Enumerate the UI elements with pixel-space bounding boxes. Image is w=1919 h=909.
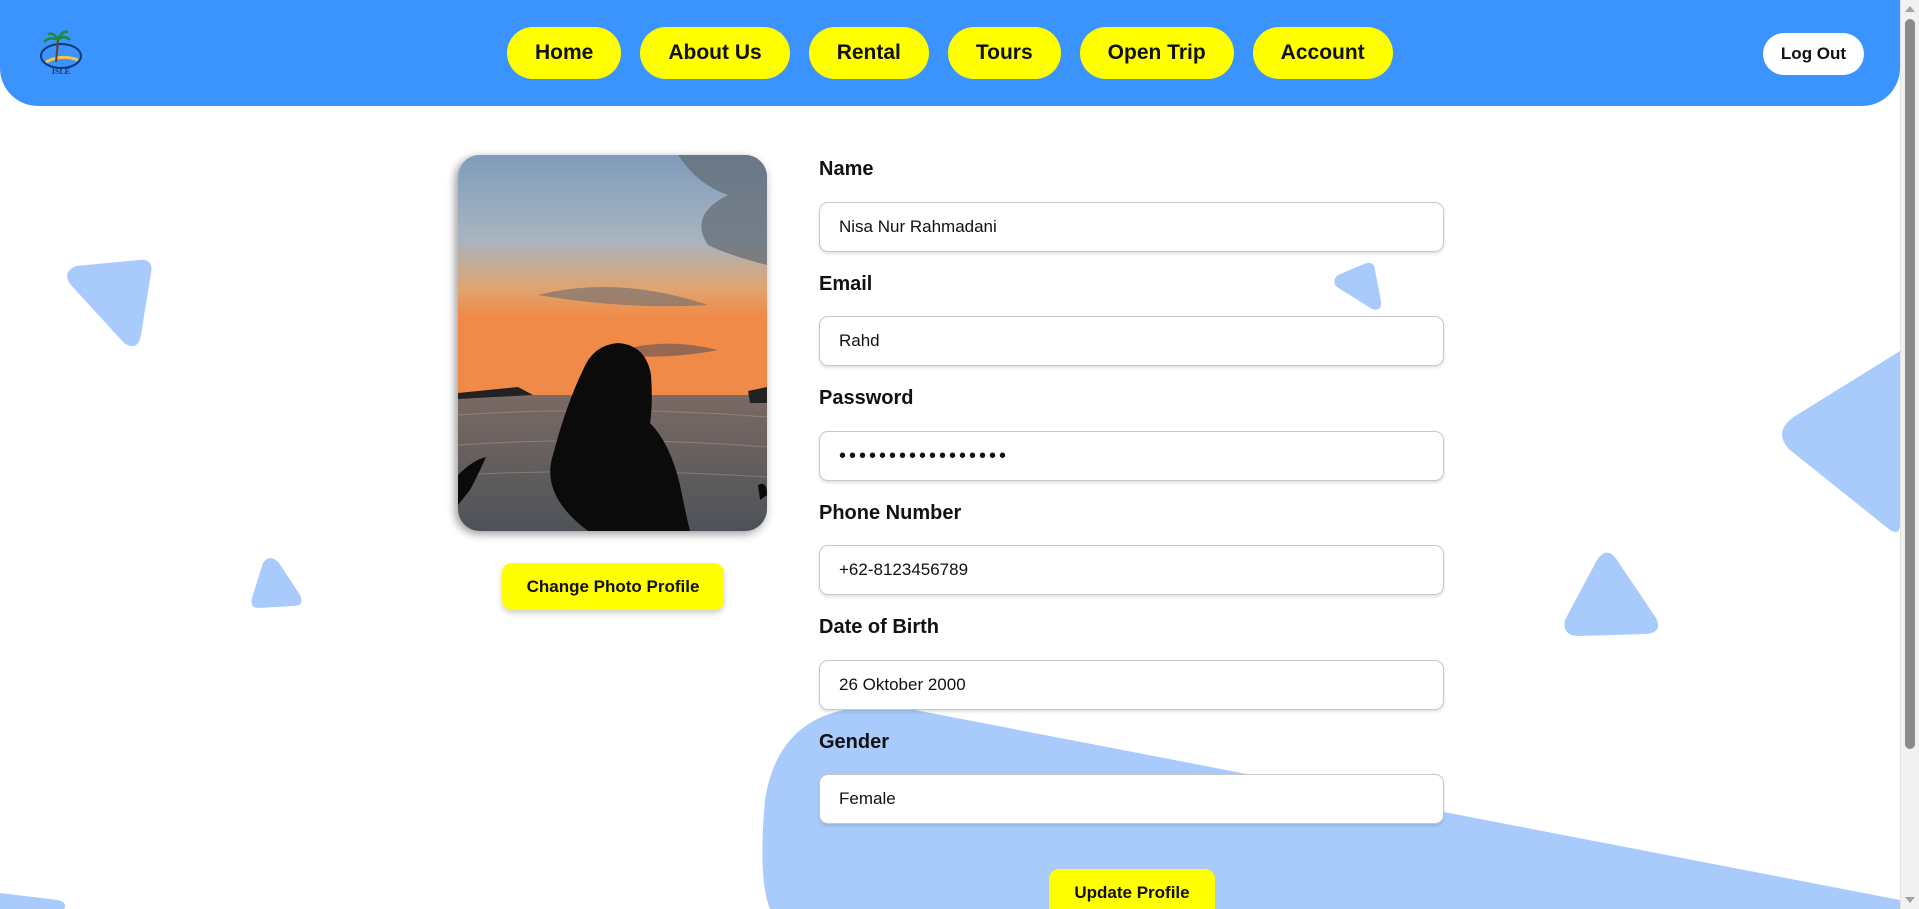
main-nav: Home About Us Rental Tours Open Trip Acc… [507, 27, 1393, 79]
gender-field[interactable] [819, 774, 1444, 824]
palm-island-logo-icon: ISLE [40, 30, 82, 76]
nav-open-trip[interactable]: Open Trip [1079, 27, 1234, 79]
dob-label: Date of Birth [819, 616, 939, 638]
top-navbar: ISLE Home About Us Rental Tours Open Tri… [0, 0, 1900, 106]
logout-button[interactable]: Log Out [1763, 33, 1864, 75]
deco-triangle [251, 558, 302, 608]
update-profile-button[interactable]: Update Profile [1049, 869, 1215, 909]
nav-account[interactable]: Account [1252, 27, 1393, 79]
logo-text: ISLE [52, 67, 70, 76]
password-field[interactable] [819, 431, 1444, 481]
scroll-up-arrow-icon[interactable] [1905, 6, 1915, 12]
profile-photo [458, 155, 767, 531]
nav-about-us[interactable]: About Us [640, 27, 790, 79]
sunset-silhouette-image [458, 155, 767, 531]
deco-corner-shape [0, 893, 66, 909]
deco-triangle [1564, 552, 1659, 636]
nav-tours[interactable]: Tours [947, 27, 1061, 79]
page: ISLE Home About Us Rental Tours Open Tri… [0, 0, 1900, 909]
scroll-down-arrow-icon[interactable] [1905, 897, 1915, 903]
isle-logo[interactable]: ISLE [36, 26, 86, 76]
gender-label: Gender [819, 731, 890, 753]
nav-home[interactable]: Home [507, 27, 622, 79]
name-field[interactable] [819, 202, 1444, 252]
dob-field[interactable] [819, 660, 1444, 710]
deco-triangle [1334, 262, 1382, 310]
change-photo-button[interactable]: Change Photo Profile [502, 563, 724, 610]
email-field[interactable] [819, 316, 1444, 366]
email-label: Email [819, 273, 873, 295]
scrollbar-thumb[interactable] [1905, 19, 1915, 749]
deco-triangle [1782, 351, 1900, 532]
password-label: Password [819, 387, 914, 409]
deco-triangle [67, 259, 152, 347]
page-scrollbar[interactable] [1900, 0, 1919, 909]
phone-field[interactable] [819, 545, 1444, 595]
name-label: Name [819, 158, 874, 180]
nav-rental[interactable]: Rental [808, 27, 929, 79]
phone-label: Phone Number [819, 502, 962, 524]
